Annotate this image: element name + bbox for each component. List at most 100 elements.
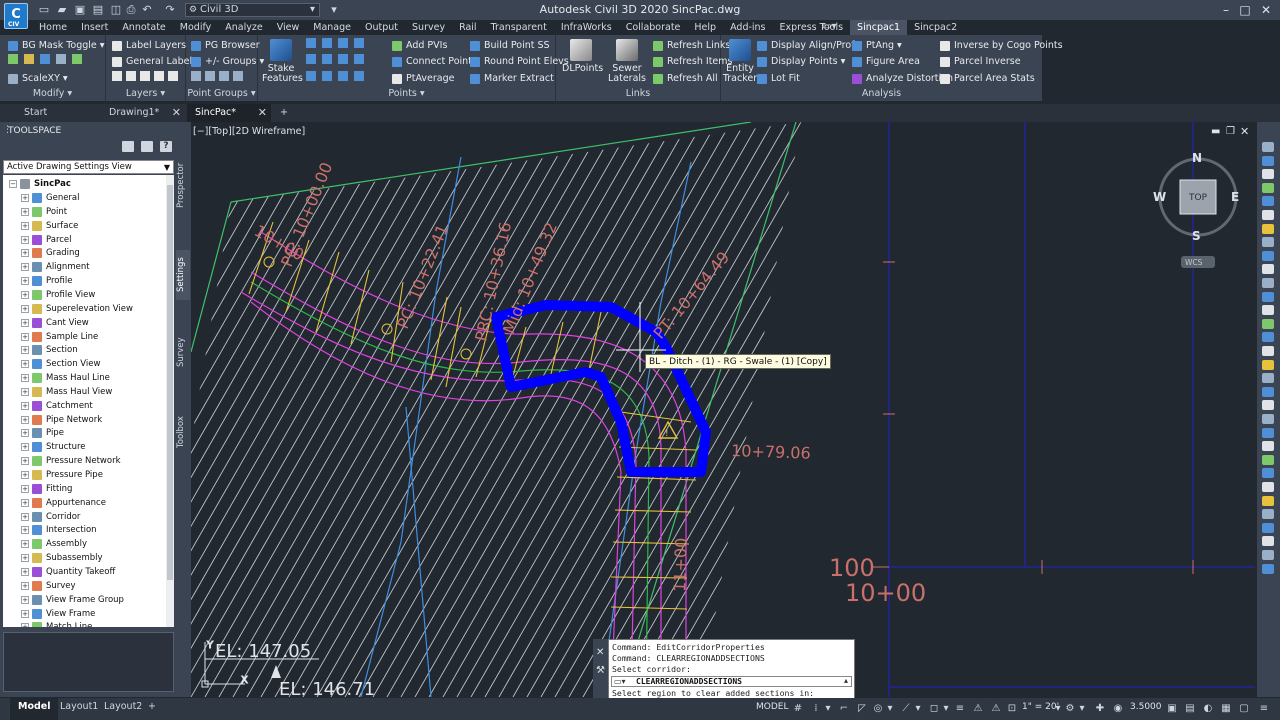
round-point-elevs-button[interactable]: Round Point Elevs (470, 54, 569, 69)
tool-icon[interactable] (1262, 223, 1274, 234)
dropdown-icon[interactable]: ▾ (884, 703, 896, 714)
menu-tab-annotate[interactable]: Annotate (115, 20, 172, 35)
plus-icon[interactable]: ✚ (1094, 703, 1106, 714)
pg-browser-button[interactable]: PG Browser (191, 38, 260, 53)
tree-scrollbar[interactable] (166, 175, 174, 627)
connect-points-button[interactable]: Connect Points (392, 54, 477, 69)
figure-area-button[interactable]: Figure Area (852, 54, 920, 69)
bg-mask-toggle-button[interactable]: BG Mask Toggle ▾ (8, 38, 105, 53)
menu-tab-infraworks[interactable]: InfraWorks (554, 20, 619, 35)
command-history-toggle[interactable]: ▴ (844, 676, 848, 685)
expand-icon[interactable]: + (21, 595, 29, 604)
tool-icon[interactable] (1262, 400, 1274, 411)
compass-n[interactable]: N (1192, 151, 1202, 165)
parcel-area-stats-button[interactable]: Parcel Area Stats (940, 71, 1035, 86)
expand-icon[interactable]: + (21, 609, 29, 618)
expand-icon[interactable]: + (21, 235, 29, 244)
tool-icon[interactable] (1262, 482, 1274, 492)
expand-icon[interactable]: + (21, 554, 29, 563)
expand-icon[interactable]: + (21, 277, 29, 286)
expand-icon[interactable]: + (21, 263, 29, 272)
add-pvis-button[interactable]: Add PVIs (392, 38, 447, 53)
tool-icon[interactable] (1262, 169, 1274, 180)
properties-icon[interactable]: ▣ (1166, 703, 1178, 714)
menu-tab-sincpac2[interactable]: Sincpac2 (907, 20, 964, 35)
new-icon[interactable]: ▭ (37, 3, 51, 16)
tab-toolbox[interactable]: Toolbox (176, 412, 190, 452)
menu-tab-insert[interactable]: Insert (74, 20, 115, 35)
drawing-viewport[interactable]: ! PC: 10+00.00 10+00 PC: 10+22.41 PRC: 1… (191, 122, 1255, 697)
groups-button[interactable]: +/- Groups ▾ (191, 54, 264, 69)
close-icon[interactable]: ✕ (172, 104, 181, 122)
tool-icon[interactable] (1262, 305, 1274, 316)
menu-tab-view[interactable]: View (270, 20, 307, 35)
expand-icon[interactable]: + (21, 290, 29, 299)
tool-icon[interactable] (1262, 264, 1274, 275)
elevation-value[interactable]: 3.5000 (1130, 702, 1162, 712)
menu-tab-rail[interactable]: Rail (452, 20, 484, 35)
collapse-icon[interactable]: − (9, 180, 17, 188)
command-icon[interactable]: ▭▾ (614, 677, 626, 686)
command-input[interactable]: ▭▾ CLEARREGIONADDSECTIONS ▴ (611, 676, 852, 687)
dropdown-icon[interactable]: ▾ (940, 703, 952, 714)
expand-icon[interactable]: + (21, 401, 29, 410)
clean-screen-icon[interactable]: ▢ (1238, 703, 1250, 714)
workspace-dropdown[interactable]: Civil 3D ▾ ⚙ (185, 3, 320, 17)
isolate-icon[interactable]: ◐ (1202, 703, 1214, 714)
dropdown-icon[interactable]: ▾ (822, 703, 834, 714)
expand-icon[interactable]: + (21, 346, 29, 355)
tool-icon[interactable] (1262, 522, 1274, 533)
expand-icon[interactable]: + (21, 581, 29, 590)
close-icon[interactable]: ✕ (258, 104, 267, 122)
expand-icon[interactable]: + (21, 471, 29, 479)
tool-icon[interactable] (1262, 250, 1274, 261)
tool-icon[interactable] (1262, 550, 1274, 560)
tool-icon[interactable] (1262, 346, 1274, 356)
tool-icon[interactable] (1262, 318, 1274, 329)
close-button[interactable]: ✕ (1258, 2, 1274, 18)
web-icon[interactable]: ◫ (109, 3, 123, 16)
expand-icon[interactable]: + (21, 249, 29, 258)
tool-icon[interactable] (1262, 468, 1274, 479)
expand-icon[interactable]: + (21, 623, 29, 627)
expand-icon[interactable]: + (21, 387, 29, 396)
maximize-button[interactable]: □ (1237, 2, 1253, 18)
command-line-handle[interactable]: ✕ ⚒ (593, 639, 608, 699)
tab-settings[interactable]: Settings (176, 250, 190, 300)
tab-drawing1[interactable]: Drawing1* ✕ (101, 104, 185, 122)
sewer-laterals-button[interactable]: Sewer Laterals (608, 39, 646, 84)
tool-icon[interactable] (1262, 427, 1274, 438)
stake-features-button[interactable]: Stake Features (262, 39, 303, 84)
expand-icon[interactable]: + (21, 374, 29, 383)
menu-tab-sincpac1[interactable]: Sincpac1 (850, 20, 908, 35)
app-logo[interactable]: C CIV (4, 3, 28, 29)
entity-tracker-button[interactable]: Entity Tracker (721, 39, 759, 84)
help-icon[interactable]: ? (160, 141, 172, 152)
osnap-tracking-icon[interactable]: ⟋ (900, 703, 912, 714)
scalexy-button[interactable]: ScaleXY ▾ (8, 71, 68, 86)
polar-icon[interactable]: ◸ (856, 703, 868, 714)
toolspace-button-1-icon[interactable] (122, 141, 134, 152)
viewport-restore-icon[interactable]: ❐ (1226, 126, 1235, 137)
wrench-icon[interactable]: ⚒ (596, 665, 605, 676)
menu-tab-add-ins[interactable]: Add-ins (723, 20, 772, 35)
tool-icon[interactable] (1262, 359, 1274, 370)
grid-icon[interactable]: # (792, 703, 804, 714)
menu-tab-collaborate[interactable]: Collaborate (619, 20, 688, 35)
elevation-icon[interactable]: ◉ (1112, 703, 1124, 714)
viewcube-top-face[interactable]: TOP (1188, 193, 1208, 203)
menu-tab-home[interactable]: Home (32, 20, 74, 35)
expand-icon[interactable]: + (21, 207, 29, 216)
undo-icon[interactable]: ↶ (140, 3, 154, 16)
compass-s[interactable]: S (1192, 229, 1201, 243)
ribbon-options-icon[interactable]: ▭▾ (822, 21, 836, 32)
general-labels-button[interactable]: General Labels (112, 54, 197, 69)
osnap-icon[interactable]: ◻ (928, 703, 940, 714)
label-layers-button[interactable]: Label Layers (112, 38, 186, 53)
dropdown-icon[interactable]: ▾ (1076, 703, 1088, 714)
expand-icon[interactable]: + (21, 484, 29, 493)
tool-icon[interactable] (1262, 509, 1274, 520)
minimize-button[interactable]: – (1218, 2, 1234, 18)
customize-icon[interactable]: ≡ (1258, 703, 1270, 714)
isodraft-icon[interactable]: ◎ (872, 703, 884, 714)
